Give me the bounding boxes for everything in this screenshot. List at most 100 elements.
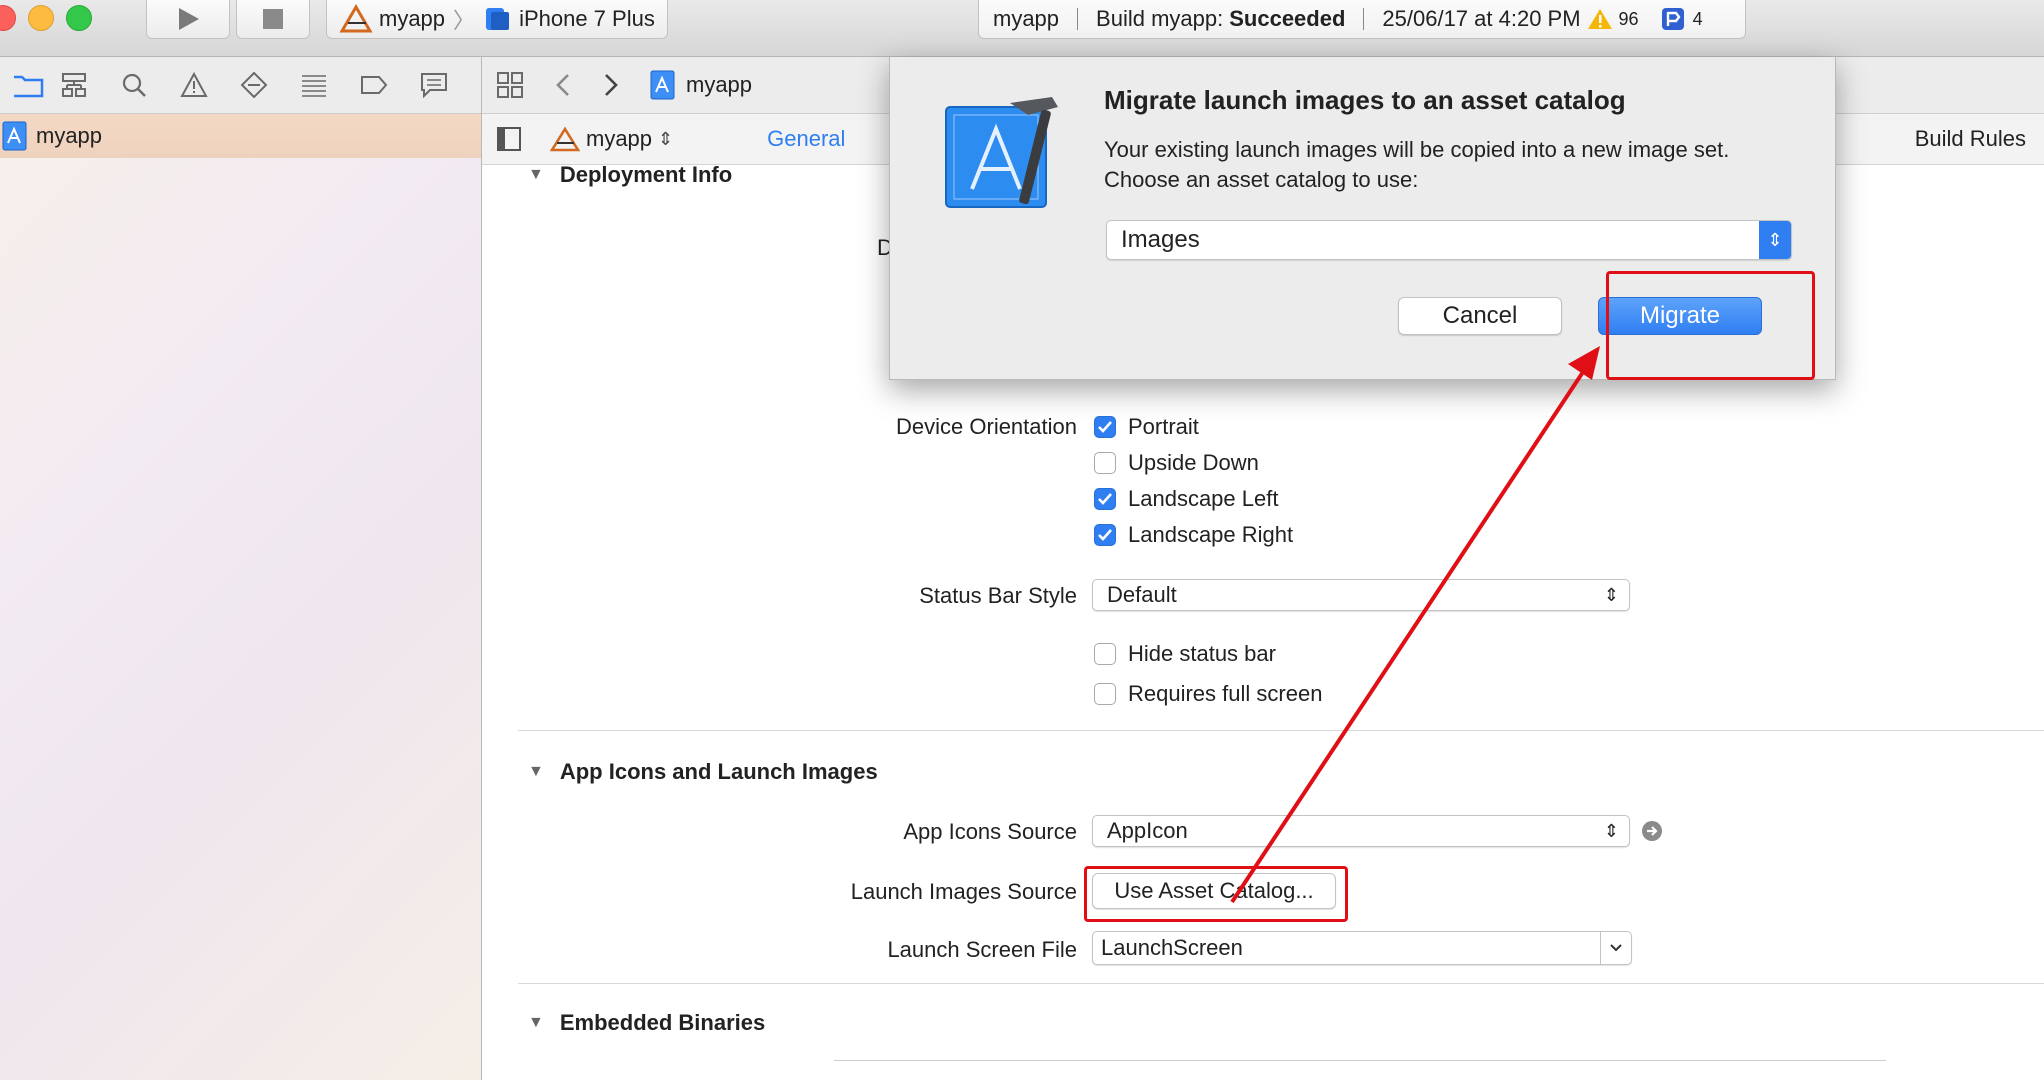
dialog-message-line1: Your existing launch images will be copi… [1104, 137, 1730, 162]
deployment-info-header[interactable]: ▼ Deployment Info [528, 162, 732, 188]
tab-build-rules[interactable]: Build Rules [1915, 126, 2026, 152]
close-window-button[interactable] [0, 5, 16, 31]
issue-navigator-tab[interactable] [164, 57, 224, 113]
minimize-window-button[interactable] [28, 5, 54, 31]
checkmark-icon [1098, 493, 1112, 505]
related-items-grid-icon[interactable] [496, 71, 526, 99]
section-divider [518, 983, 2044, 984]
play-icon [179, 8, 199, 30]
go-to-arrow-icon[interactable] [1640, 819, 1664, 843]
zoom-window-button[interactable] [66, 5, 92, 31]
launch-screen-file-combo[interactable]: LaunchScreen [1092, 931, 1632, 965]
status-bar-style-popup[interactable]: Default ⇕ [1092, 579, 1630, 611]
breakpoint-icon [361, 76, 388, 94]
landscape-right-checkbox[interactable] [1094, 524, 1116, 546]
hierarchy-icon [62, 73, 86, 97]
requires-full-screen-option[interactable]: Requires full screen [1094, 681, 1322, 707]
target-selector[interactable]: myapp ⇕ [550, 126, 673, 152]
project-navigator-tab[interactable] [14, 57, 44, 113]
app-target-icon [550, 126, 580, 152]
warning-icon [1587, 9, 1612, 29]
debug-navigator-tab[interactable] [284, 57, 344, 113]
disclosure-triangle-icon: ▼ [528, 763, 544, 780]
stop-button[interactable] [236, 0, 310, 39]
requires-full-screen-label: Requires full screen [1128, 681, 1323, 706]
test-navigator-tab[interactable] [224, 57, 284, 113]
run-button[interactable] [146, 0, 230, 39]
activity-viewer: myapp Build myapp: Succeeded 25/06/17 at… [978, 0, 1746, 39]
asset-catalog-popup[interactable]: Images ⇕ [1106, 220, 1792, 260]
chevron-down-icon[interactable] [1600, 932, 1631, 964]
tab-general[interactable]: General [767, 126, 845, 152]
folder-icon [14, 75, 44, 98]
updown-chevron-icon: ⇕ [658, 128, 674, 149]
find-navigator-tab[interactable] [104, 57, 164, 113]
build-status-result: Succeeded [1229, 6, 1346, 31]
dialog-title: Migrate launch images to an asset catalo… [1104, 85, 1626, 115]
symbol-navigator-tab[interactable] [44, 57, 104, 113]
app-icons-header[interactable]: ▼ App Icons and Launch Images [528, 759, 878, 785]
jumpbar-file-name[interactable]: myapp [686, 72, 752, 98]
hide-status-bar-option[interactable]: Hide status bar [1094, 641, 1276, 667]
launch-screen-file-label: Launch Screen File [887, 937, 1077, 962]
dialog-message-line2: Choose an asset catalog to use: [1104, 167, 1419, 192]
updown-chevron-icon: ⇕ [1759, 221, 1791, 259]
checkmark-icon [1098, 529, 1112, 541]
status-bar-style-value: Default [1107, 582, 1177, 607]
app-icons-source-popup[interactable]: AppIcon ⇕ [1092, 815, 1630, 847]
hide-status-bar-label: Hide status bar [1128, 641, 1276, 666]
disclosure-triangle-icon: ▼ [528, 1014, 544, 1031]
portrait-label: Portrait [1128, 414, 1199, 439]
forward-arrow-icon[interactable] [598, 71, 622, 99]
project-file-icon [650, 70, 675, 100]
test-diamond-icon [240, 71, 268, 99]
warnings-indicator[interactable]: 96 [1587, 7, 1639, 31]
upside-down-label: Upside Down [1128, 450, 1259, 475]
scheme-selector[interactable]: myapp 〉 iPhone 7 Plus [326, 0, 668, 39]
breakpoint-navigator-tab[interactable] [344, 57, 404, 113]
updown-chevron-icon: ⇕ [1603, 820, 1619, 841]
embedded-binaries-header[interactable]: ▼ Embedded Binaries [528, 1010, 765, 1036]
scheme-target-name: myapp [379, 6, 446, 31]
updown-chevron-icon: ⇕ [1603, 584, 1619, 605]
activity-project: myapp [993, 6, 1060, 31]
portrait-checkbox[interactable] [1094, 416, 1116, 438]
deployment-info-title: Deployment Info [559, 162, 733, 187]
warning-outline-icon [180, 72, 208, 97]
upside-down-checkbox[interactable] [1094, 452, 1116, 474]
cancel-button[interactable]: Cancel [1398, 297, 1562, 335]
show-targets-sidebar-icon[interactable] [496, 126, 522, 152]
navigator-item-project[interactable]: myapp [0, 114, 481, 158]
section-divider [518, 730, 2044, 731]
requires-full-screen-checkbox[interactable] [1094, 683, 1116, 705]
app-icons-source-label: App Icons Source [903, 819, 1077, 844]
breakpoint-issue-icon [1661, 8, 1684, 30]
chevron-right-icon: 〉 [453, 8, 476, 33]
app-target-icon [339, 4, 373, 33]
use-asset-catalog-highlight-box [1084, 866, 1348, 922]
orientation-portrait[interactable]: Portrait [1094, 414, 1199, 440]
status-bar-style-label: Status Bar Style [919, 583, 1077, 608]
launch-images-source-label: Launch Images Source [850, 879, 1077, 904]
orientation-landscape-right[interactable]: Landscape Right [1094, 522, 1293, 548]
landscape-left-checkbox[interactable] [1094, 488, 1116, 510]
build-status-prefix: Build myapp: [1096, 6, 1224, 31]
issues-indicator[interactable]: 4 [1661, 7, 1703, 31]
warnings-count: 96 [1618, 8, 1639, 29]
migrate-highlight-box [1606, 271, 1815, 380]
landscape-right-label: Landscape Right [1128, 522, 1294, 547]
back-arrow-icon[interactable] [552, 71, 576, 99]
app-icons-title: App Icons and Launch Images [559, 759, 878, 784]
orientation-landscape-left[interactable]: Landscape Left [1094, 486, 1278, 512]
project-navigator: myapp [0, 57, 482, 1080]
report-navigator-tab[interactable] [404, 57, 464, 113]
issues-count: 4 [1692, 8, 1703, 29]
landscape-left-label: Landscape Left [1128, 486, 1279, 511]
disclosure-triangle-icon: ▼ [528, 166, 544, 183]
table-top-border [834, 1060, 1886, 1061]
hide-status-bar-checkbox[interactable] [1094, 643, 1116, 665]
embedded-binaries-title: Embedded Binaries [559, 1010, 766, 1035]
asset-catalog-value: Images [1121, 226, 1200, 253]
orientation-upside-down[interactable]: Upside Down [1094, 450, 1259, 476]
divider [1077, 8, 1079, 30]
